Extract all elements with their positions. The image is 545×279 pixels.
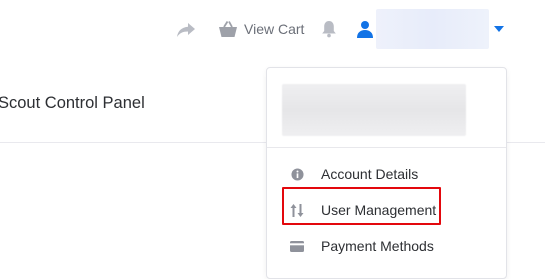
caret-down-icon[interactable] bbox=[492, 24, 506, 34]
page-title: Scout Control Panel bbox=[0, 94, 145, 112]
user-icon[interactable] bbox=[354, 18, 376, 40]
credit-card-icon bbox=[289, 238, 305, 254]
share-arrow-icon[interactable] bbox=[175, 20, 197, 40]
user-name-redacted[interactable] bbox=[376, 9, 489, 49]
sort-arrows-icon bbox=[289, 202, 305, 218]
view-cart-button[interactable]: View Cart bbox=[218, 18, 304, 40]
menu-item-label: Payment Methods bbox=[321, 238, 434, 254]
bell-icon[interactable] bbox=[318, 18, 340, 40]
basket-icon bbox=[218, 20, 238, 38]
view-cart-label: View Cart bbox=[244, 21, 305, 37]
user-menu-dropdown: Account Details User Management Payment … bbox=[266, 67, 507, 279]
user-info-redacted bbox=[282, 84, 466, 136]
top-navigation-bar: View Cart bbox=[0, 0, 545, 60]
menu-item-label: User Management bbox=[321, 202, 437, 218]
menu-divider bbox=[267, 147, 506, 148]
menu-item-label: Account Details bbox=[321, 166, 419, 182]
info-circle-icon bbox=[289, 166, 305, 182]
menu-item-user-management[interactable]: User Management bbox=[267, 194, 506, 226]
menu-item-account-details[interactable]: Account Details bbox=[267, 158, 506, 190]
menu-item-payment-methods[interactable]: Payment Methods bbox=[267, 230, 506, 262]
